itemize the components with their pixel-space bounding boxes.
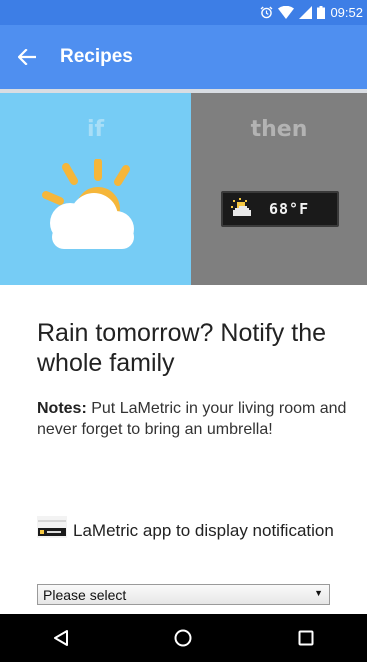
notes-label: Notes: — [37, 400, 87, 417]
then-label: then — [250, 117, 308, 142]
signal-icon — [299, 6, 313, 19]
back-button[interactable] — [0, 25, 54, 89]
recipe-notes: Notes: Put LaMetric in your living room … — [37, 398, 347, 440]
nav-back-button[interactable] — [31, 614, 91, 662]
recipe-banner: if then 68°F — [0, 93, 367, 285]
recents-square-icon — [298, 630, 314, 646]
battery-icon — [317, 6, 326, 19]
back-triangle-icon — [54, 630, 69, 646]
nav-home-button[interactable] — [153, 614, 213, 662]
lametric-display: 68°F — [221, 191, 339, 227]
weather-pixel-icon — [231, 198, 251, 216]
home-circle-icon — [174, 629, 192, 647]
nav-recents-button[interactable] — [276, 614, 336, 662]
app-bar: Recipes — [0, 25, 367, 89]
sun-cloud-icon — [42, 159, 134, 249]
lametric-app-icon — [37, 516, 67, 538]
alarm-icon — [260, 6, 273, 19]
page-title: Recipes — [60, 46, 133, 67]
navigation-bar — [0, 614, 367, 662]
dropdown-arrow-icon: ▼ — [314, 588, 323, 598]
lametric-temperature: 68°F — [269, 200, 310, 218]
if-label: if — [86, 117, 105, 142]
status-time: 09:52 — [330, 5, 363, 20]
wifi-icon — [278, 6, 295, 19]
app-select-dropdown[interactable]: Please select ▼ — [37, 584, 330, 605]
app-field-text: LaMetric app to display notification — [73, 521, 334, 540]
status-bar: 09:52 — [0, 0, 367, 25]
recipe-title: Rain tomorrow? Notify the whole family — [37, 319, 327, 377]
if-panel: if — [0, 93, 191, 285]
select-value: Please select — [43, 586, 127, 603]
app-field-label: LaMetric app to display notification — [37, 516, 357, 543]
then-panel: then 68°F — [191, 93, 367, 285]
arrow-left-icon — [18, 49, 36, 65]
